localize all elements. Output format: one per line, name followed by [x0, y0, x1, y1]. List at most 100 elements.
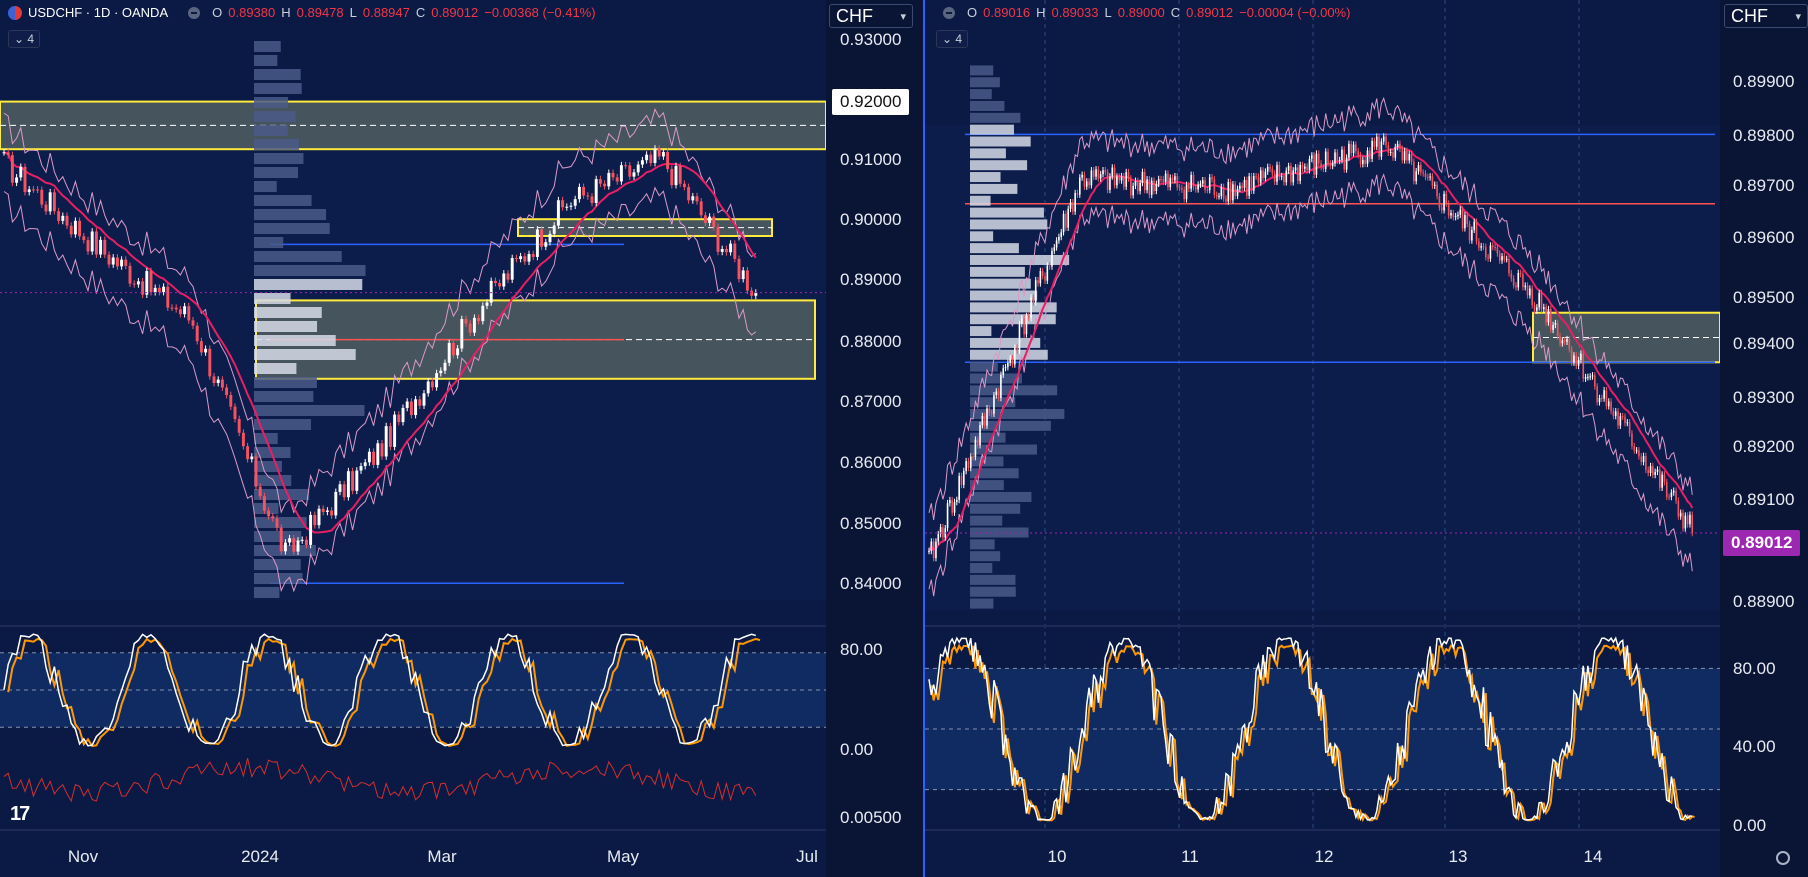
- candle-body: [1304, 166, 1306, 169]
- candle-body: [1691, 514, 1694, 533]
- candle-body: [279, 527, 283, 552]
- candle-body: [586, 195, 590, 197]
- candle-body: [565, 206, 569, 208]
- flag-icon: [8, 5, 22, 20]
- candle-body: [1524, 285, 1527, 288]
- candle-body: [1362, 159, 1364, 165]
- candle-body: [414, 399, 418, 416]
- settings-icon[interactable]: [1776, 851, 1790, 865]
- candle-body: [1368, 150, 1371, 159]
- candle-body: [678, 166, 682, 184]
- candle-body: [1647, 469, 1650, 473]
- high-value: 0.89033: [1051, 5, 1099, 20]
- candle-body: [995, 391, 998, 396]
- symbol-label[interactable]: USDCHF · 1D · OANDA: [28, 5, 168, 20]
- candle-body: [1283, 176, 1285, 183]
- candle-body: [397, 414, 401, 423]
- volume-profile-bar: [254, 251, 342, 262]
- price-tick-label: 0.89800: [1733, 126, 1795, 145]
- candle-body: [624, 165, 628, 167]
- candle-body: [573, 199, 577, 206]
- candle-body: [1447, 203, 1450, 216]
- visibility-icon[interactable]: [943, 6, 955, 19]
- candle-body: [132, 283, 136, 285]
- price-tick-label: 0.89000: [840, 270, 902, 289]
- candle-body: [1654, 471, 1656, 475]
- price-tick-label: 0.89700: [1733, 176, 1795, 195]
- low-value: 0.88947: [362, 5, 410, 20]
- candle-body: [1116, 176, 1118, 186]
- candle-body: [153, 287, 157, 293]
- candle-body: [670, 168, 674, 186]
- candle-body: [99, 239, 103, 255]
- candle-body: [1271, 168, 1274, 174]
- candle-body: [1032, 297, 1035, 303]
- candle-body: [1048, 265, 1051, 267]
- candle-body: [1522, 274, 1524, 288]
- candle-body: [237, 419, 241, 433]
- volume-profile-bar: [970, 89, 992, 100]
- candle-body: [598, 179, 602, 184]
- candle-body: [1132, 185, 1134, 196]
- left-chart-pane[interactable]: USDCHF · 1D · OANDA O 0.89380 H 0.89478 L0…: [0, 0, 921, 877]
- candle-body: [1266, 166, 1269, 172]
- candle-body: [1610, 401, 1612, 411]
- candle-body: [699, 201, 703, 216]
- candle-body: [653, 148, 657, 163]
- left-price-chart[interactable]: [0, 0, 921, 877]
- candle-body: [1540, 293, 1543, 310]
- candle-body: [540, 229, 544, 247]
- candle-body: [1457, 214, 1459, 217]
- candle-body: [1649, 466, 1652, 473]
- candle-body: [1106, 172, 1109, 190]
- chevron-down-icon: ▾: [1795, 10, 1801, 23]
- candle-body: [271, 516, 275, 519]
- oscillator-tick-label: 0.00: [840, 740, 874, 759]
- candle-body: [300, 539, 304, 541]
- candle-body: [1656, 469, 1659, 472]
- candle-body: [1285, 170, 1288, 183]
- candle-body: [1211, 177, 1213, 180]
- candle-body: [1389, 151, 1392, 153]
- candle-body: [145, 271, 149, 295]
- candle-body: [90, 231, 94, 252]
- candle-body: [750, 290, 754, 296]
- candle-body: [1290, 166, 1292, 183]
- tradingview-logo[interactable]: 17: [10, 803, 30, 826]
- candle-body: [1619, 416, 1622, 426]
- volume-profile-bar: [970, 563, 993, 574]
- time-tick-label: Mar: [427, 847, 457, 866]
- candle-body: [628, 165, 632, 177]
- candle-body: [359, 466, 363, 471]
- price-tick-label: 0.89100: [1733, 490, 1795, 509]
- candle-body: [1380, 141, 1383, 157]
- candle-body: [1183, 189, 1186, 200]
- candle-body: [544, 242, 548, 247]
- currency-selector[interactable]: CHF ▾: [1724, 4, 1808, 28]
- candle-body: [241, 432, 245, 447]
- visibility-icon[interactable]: [188, 6, 201, 19]
- indicators-toggle[interactable]: ⌄ 4: [936, 30, 969, 48]
- candle-body: [724, 249, 728, 253]
- candle-body: [178, 309, 182, 315]
- candle-body: [170, 307, 174, 309]
- candle-body: [729, 243, 733, 253]
- currency-selector[interactable]: CHF ▾: [829, 4, 913, 28]
- candle-body: [514, 258, 518, 260]
- candle-body: [1301, 164, 1304, 169]
- candle-body: [1215, 194, 1218, 197]
- candle-body: [1396, 143, 1399, 148]
- candle-body: [1016, 347, 1018, 351]
- candle-body: [1136, 180, 1139, 192]
- candle-body: [1420, 165, 1422, 173]
- low-value: 0.89000: [1117, 5, 1165, 20]
- volume-profile-bar: [970, 349, 1048, 360]
- candle-body: [1401, 148, 1404, 161]
- volume-profile-bar: [254, 69, 301, 80]
- right-chart-pane[interactable]: O 0.89016 H 0.89033 L 0.89000 C 0.89012 −0.0…: [923, 0, 1808, 877]
- candle-body: [1621, 416, 1624, 418]
- indicators-toggle[interactable]: ⌄ 4: [8, 30, 41, 48]
- candle-body: [1640, 456, 1643, 463]
- price-tick-label: 0.86000: [840, 453, 902, 472]
- right-price-chart[interactable]: [925, 0, 1808, 877]
